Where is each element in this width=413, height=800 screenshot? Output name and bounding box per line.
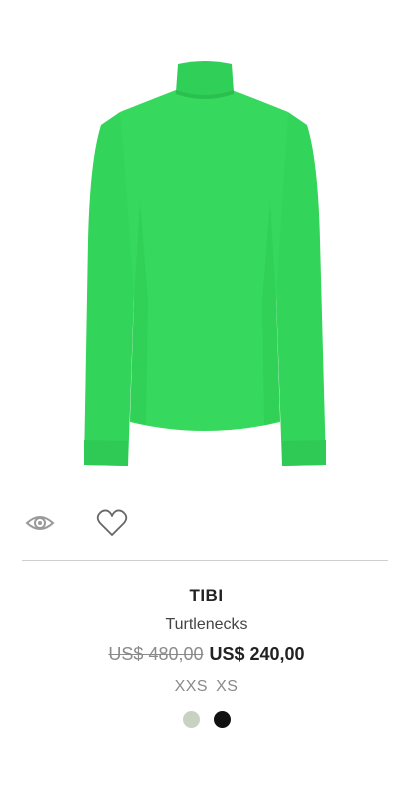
size-option-xxs[interactable]: XXS bbox=[175, 678, 209, 695]
turtleneck-collar bbox=[176, 61, 234, 96]
card-actions bbox=[22, 505, 222, 545]
color-swatch-sage[interactable] bbox=[182, 711, 200, 728]
color-swatches bbox=[0, 711, 413, 728]
product-category: Turtlenecks bbox=[165, 616, 248, 633]
eye-icon[interactable] bbox=[22, 505, 58, 541]
size-option-xs[interactable]: XS bbox=[216, 678, 238, 695]
heart-icon[interactable] bbox=[94, 505, 130, 541]
divider bbox=[22, 560, 388, 561]
brand-name[interactable]: TIBI bbox=[0, 583, 413, 609]
sale-price: US$ 240,00 bbox=[209, 644, 305, 664]
original-price: US$ 480,00 bbox=[108, 644, 204, 664]
product-info: TIBI Turtlenecks US$ 480,00 US$ 240,00 XX… bbox=[0, 583, 413, 728]
product-card[interactable]: TIBI Turtlenecks US$ 480,00 US$ 240,00 XX… bbox=[0, 0, 413, 800]
size-list: XXS XS bbox=[0, 676, 413, 698]
product-image[interactable] bbox=[0, 0, 413, 500]
color-swatch-black[interactable] bbox=[213, 711, 231, 728]
price-row: US$ 480,00 US$ 240,00 bbox=[0, 641, 413, 667]
turtleneck-sweater-illustration bbox=[84, 61, 326, 466]
